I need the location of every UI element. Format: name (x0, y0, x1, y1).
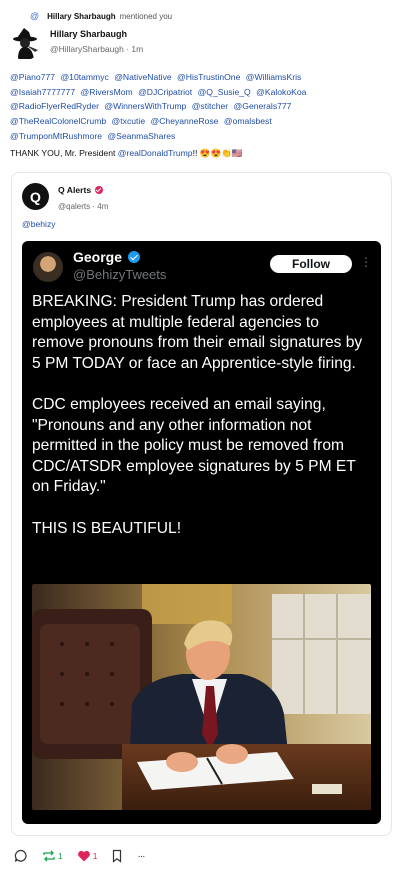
mention-link[interactable]: @stitcher (192, 101, 228, 111)
repost-button[interactable]: 1 (42, 849, 63, 863)
quote-mention-link[interactable]: @behizy (22, 219, 56, 229)
like-button[interactable]: 1 (77, 849, 98, 863)
mention-link[interactable]: @realDonaldTrump (118, 148, 193, 158)
avatar[interactable] (8, 26, 42, 60)
repost-count: 1 (58, 851, 63, 861)
follow-button: Follow (270, 255, 352, 273)
tweet-paragraph: CDC employees received an email saying, … (32, 395, 356, 496)
quote-author-name[interactable]: Q Alerts (58, 185, 91, 195)
more-dots-icon: ··· (137, 850, 145, 862)
author-handle-line: @HillarySharbaugh · 1m (50, 44, 143, 54)
verified-badge-icon (95, 186, 104, 194)
mention-link[interactable]: @HisTrustinOne (177, 72, 240, 82)
post-author: Hillary Sharbaugh @HillarySharbaugh · 1m (8, 26, 143, 60)
mention-link[interactable]: @WilliamsKris (246, 72, 302, 82)
q-alerts-logo[interactable]: Q (22, 183, 49, 210)
post-actions: 1 1 ··· (14, 848, 158, 864)
bookmark-button[interactable] (111, 849, 123, 863)
embedded-tweet-image[interactable]: George @BehizyTweets Follow ⋮ BREAKING: … (22, 241, 381, 824)
more-options-icon: ⋮ (360, 255, 372, 269)
oval-office-signing-photo (32, 584, 371, 810)
mention-link[interactable]: @RiversMom (81, 87, 133, 97)
thanks-text: THANK YOU, Mr. President (10, 148, 116, 158)
mention-link[interactable]: @Piano777 (10, 72, 55, 82)
like-count: 1 (92, 851, 98, 861)
tweet-author-handle: @BehizyTweets (73, 267, 167, 282)
quote-time: · 4m (92, 202, 109, 211)
verified-check-icon (128, 251, 141, 263)
author-handle[interactable]: @HillarySharbaugh (50, 44, 124, 54)
quote-handle-line: @qalerts · 4m (58, 202, 108, 211)
repost-icon (43, 850, 55, 862)
bookmark-icon (113, 849, 122, 863)
mention-link[interactable]: @RadioFlyerRedRyder (10, 101, 99, 111)
more-button[interactable]: ··· (137, 850, 145, 862)
author-name[interactable]: Hillary Sharbaugh (50, 29, 143, 39)
quote-author-name-row: Q Alerts (58, 185, 108, 195)
mention-link[interactable]: @CheyanneRose (150, 116, 218, 126)
mention-link[interactable]: @WinnersWithTrump (104, 101, 186, 111)
tweet-paragraph: THIS IS BEAUTIFUL! (32, 519, 182, 537)
tweet-author-name: George (73, 249, 123, 265)
reply-button[interactable] (14, 849, 28, 863)
quote-author-handle[interactable]: @qalerts (58, 202, 90, 211)
reply-bubble-icon (14, 849, 27, 862)
mention-notification: @ Hillary Sharbaugh mentioned you (30, 9, 172, 23)
post-text: THANK YOU, Mr. President @realDonaldTrum… (10, 148, 395, 159)
notification-name[interactable]: Hillary Sharbaugh (47, 12, 115, 21)
tweet-avatar (33, 252, 63, 282)
thanks-emoji: !! 😍😍👏🇺🇸 (192, 148, 243, 158)
mention-link[interactable]: @NativeNative (114, 72, 171, 82)
mention-link[interactable]: @KalokoKoa (256, 87, 306, 97)
mention-link[interactable]: @DJCripatriot (138, 87, 192, 97)
quoted-post[interactable]: Q Q Alerts @qalerts · 4m @behizy George … (11, 172, 392, 836)
witch-avatar-icon (13, 28, 38, 59)
heart-icon (77, 850, 90, 862)
notification-text: mentioned you (119, 11, 173, 21)
mention-link[interactable]: @TheRealColonelCrumb (10, 116, 106, 126)
mention-link[interactable]: @10tammyc (60, 72, 108, 82)
mention-link[interactable]: @Isaiah7777777 (10, 87, 75, 97)
tweet-photo (32, 584, 371, 810)
post-time: · 1m (126, 44, 144, 54)
post-mentions: @Piano777 @10tammyc @NativeNative @HisTr… (10, 70, 395, 144)
tweet-name-row: George (73, 249, 141, 265)
mention-link[interactable]: @SeanmaShares (107, 131, 175, 141)
mention-link[interactable]: @txcutie (112, 116, 146, 126)
quote-author: Q Q Alerts @qalerts · 4m (22, 183, 108, 211)
tweet-paragraph: BREAKING: President Trump has ordered em… (32, 293, 363, 372)
mention-link[interactable]: @Q_Susie_Q (198, 87, 251, 97)
tweet-body: BREAKING: President Trump has ordered em… (32, 292, 372, 560)
at-sign-icon: @ (30, 11, 40, 21)
mention-link[interactable]: @Generals777 (234, 101, 292, 111)
mention-link[interactable]: @omalsbest (224, 116, 272, 126)
mention-link[interactable]: @TrumponMtRushmore (10, 131, 102, 141)
